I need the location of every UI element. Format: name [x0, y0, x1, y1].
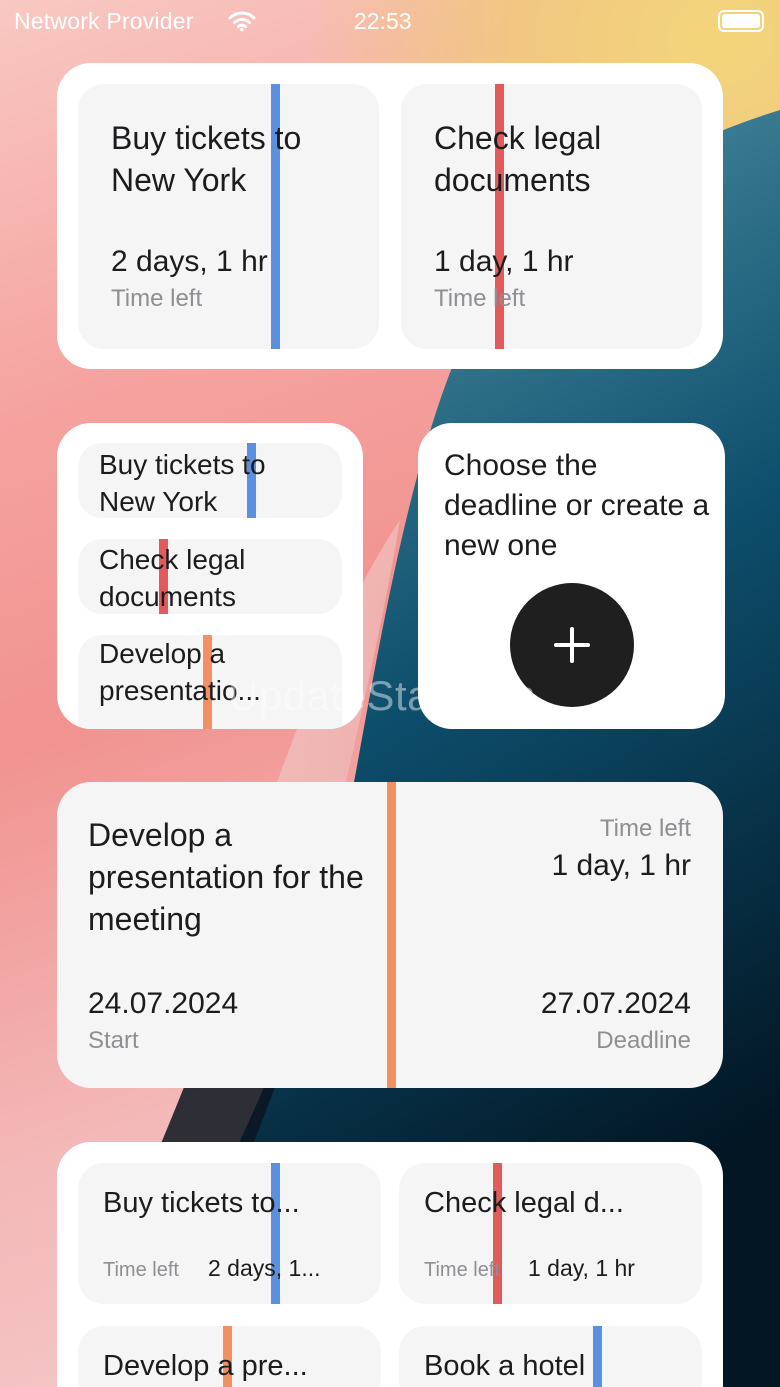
- task-tile-check-legal[interactable]: Check legal documents 1 day, 1 hr Time l…: [401, 84, 702, 349]
- time-left-label: Time left: [111, 285, 203, 312]
- deadline-date: 27.07.2024: [540, 987, 691, 1020]
- add-prompt: Choose the deadline or create a new one: [444, 449, 710, 562]
- clock: 22:53: [354, 8, 412, 34]
- deadline-detail-widget[interactable]: Develop a presentation for the meeting T…: [57, 782, 723, 1088]
- grid-tile[interactable]: Book a hotel: [399, 1326, 702, 1387]
- time-left-value: 1 day, 1 hr: [528, 1255, 635, 1281]
- wifi-icon: [228, 11, 256, 32]
- carrier-name: Network Provider: [14, 8, 194, 34]
- battery-icon: [718, 10, 764, 32]
- start-label: Start: [88, 1027, 139, 1054]
- time-left-value: 2 days, 1...: [208, 1255, 321, 1281]
- grid-tile-title: Buy tickets to...: [103, 1187, 300, 1219]
- grid-tile[interactable]: Develop a pre...: [78, 1326, 381, 1387]
- list-item-title: Buy tickets to New York: [99, 449, 266, 517]
- time-left-label: Time left: [599, 815, 691, 842]
- deadline-label: Deadline: [596, 1027, 691, 1054]
- detail-title: Develop a presentation for the meeting: [88, 817, 364, 937]
- time-left-value: 1 day, 1 hr: [434, 245, 574, 278]
- status-bar: Network Provider 22:53: [0, 0, 780, 44]
- grid-tile[interactable]: Buy tickets to... Time left 2 days, 1...: [78, 1163, 381, 1304]
- list-item[interactable]: Check legal documents: [78, 539, 342, 614]
- list-item-title: Check legal documents: [99, 544, 246, 612]
- time-left-value: 1 day, 1 hr: [551, 849, 691, 882]
- priority-bar: [387, 782, 396, 1088]
- time-left-label: Time left: [103, 1259, 179, 1281]
- time-left-value: 2 days, 1 hr: [111, 245, 268, 278]
- time-left-label: Time left: [424, 1259, 500, 1281]
- deadlines-grid-widget[interactable]: Buy tickets to... Time left 2 days, 1...…: [57, 1142, 723, 1387]
- task-title: Buy tickets to New York: [111, 120, 302, 198]
- time-left-label: Time left: [434, 285, 526, 312]
- large-deadlines-widget[interactable]: Buy tickets to New York 2 days, 1 hr Tim…: [57, 63, 723, 369]
- plus-icon: [554, 627, 590, 663]
- task-title: Check legal documents: [434, 120, 602, 198]
- task-tile-buy-tickets[interactable]: Buy tickets to New York 2 days, 1 hr Tim…: [78, 84, 379, 349]
- list-item[interactable]: Buy tickets to New York: [78, 443, 342, 518]
- start-date: 24.07.2024: [88, 987, 239, 1020]
- grid-tile-title: Book a hotel: [424, 1350, 586, 1382]
- grid-tile[interactable]: Check legal d... Time left 1 day, 1 hr: [399, 1163, 702, 1304]
- watermark: UpdateStar.com: [228, 672, 537, 719]
- grid-tile-title: Develop a pre...: [103, 1350, 308, 1382]
- grid-tile-title: Check legal d...: [424, 1187, 624, 1219]
